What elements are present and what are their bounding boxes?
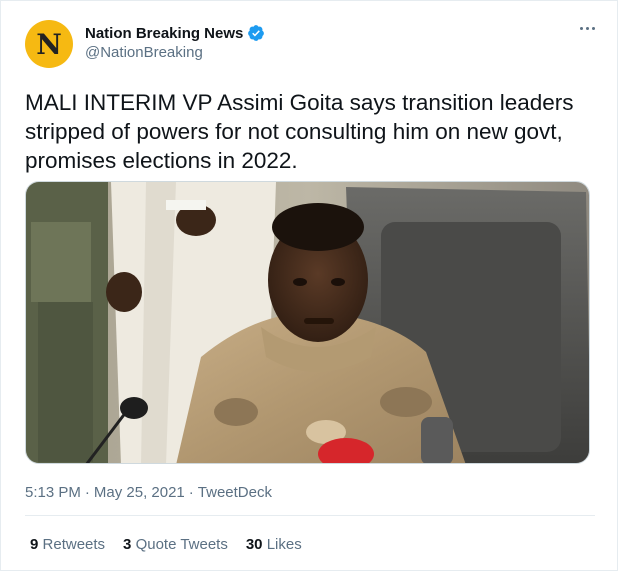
avatar[interactable]: N bbox=[25, 20, 73, 68]
photo-image bbox=[26, 182, 589, 463]
verified-badge-icon bbox=[248, 25, 265, 41]
avatar-letter: N bbox=[36, 28, 62, 61]
tweet-date[interactable]: May 25, 2021 bbox=[94, 484, 185, 501]
likes-count: 30 bbox=[245, 536, 263, 553]
tweet-text: MALI INTERIM VP Assimi Goita says transi… bbox=[25, 90, 574, 173]
quote-tweets-count: 3 bbox=[123, 536, 132, 553]
tweet-photo[interactable] bbox=[25, 181, 590, 464]
more-options-icon[interactable] bbox=[580, 27, 595, 30]
divider bbox=[25, 515, 595, 516]
handle[interactable]: @NationBreaking bbox=[85, 44, 203, 61]
meta-separator: · bbox=[84, 484, 90, 501]
tweet-card: N Nation Breaking News @NationBreaking M… bbox=[0, 0, 618, 571]
tweet-meta: 5:13 PM · May 25, 2021 · TweetDeck bbox=[25, 484, 272, 501]
meta-separator: · bbox=[188, 484, 194, 501]
name-row: Nation Breaking News bbox=[85, 24, 265, 42]
tweet-source[interactable]: TweetDeck bbox=[198, 484, 272, 501]
quote-tweets-stat[interactable]: 3 Quote Tweets bbox=[123, 536, 228, 553]
quote-tweets-label: Quote Tweets bbox=[135, 536, 228, 553]
retweets-label: Retweets bbox=[42, 536, 106, 553]
retweets-count: 9 bbox=[30, 536, 39, 553]
display-name[interactable]: Nation Breaking News bbox=[85, 25, 243, 42]
retweets-stat[interactable]: 9 Retweets bbox=[30, 536, 105, 553]
tweet-stats: 9 Retweets 3 Quote Tweets 30 Likes bbox=[30, 536, 302, 553]
likes-stat[interactable]: 30 Likes bbox=[246, 536, 302, 553]
likes-label: Likes bbox=[266, 536, 302, 553]
tweet-time[interactable]: 5:13 PM bbox=[25, 484, 81, 501]
